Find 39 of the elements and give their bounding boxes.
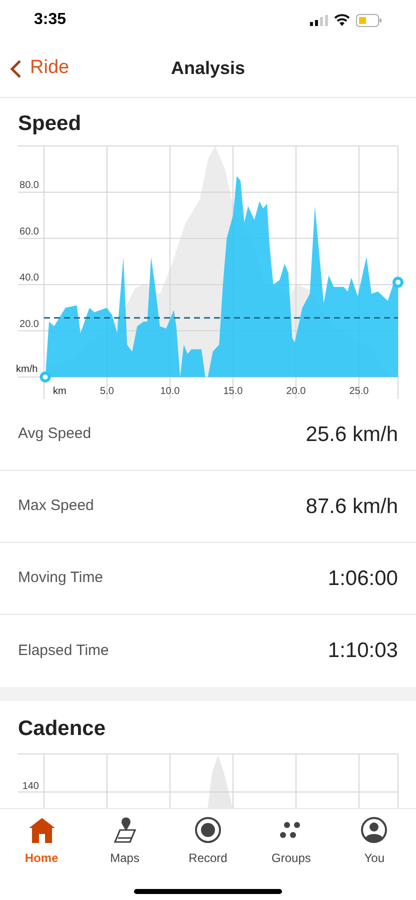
signal-icon bbox=[310, 14, 328, 26]
x-axis-label: 10.0 bbox=[160, 386, 180, 397]
page-title: Analysis bbox=[170, 57, 246, 80]
back-icon bbox=[10, 58, 22, 78]
y-axis-label: 140 bbox=[22, 781, 39, 792]
section-title: Cadence bbox=[17, 716, 107, 742]
stat-value: 25.6 km/h bbox=[306, 422, 398, 448]
stat-label: Max Speed bbox=[18, 496, 94, 516]
status-time: 3:35 bbox=[34, 10, 66, 30]
x-axis-label: 25.0 bbox=[349, 386, 369, 397]
y-axis-label: 20.0 bbox=[20, 318, 39, 330]
record-icon bbox=[194, 816, 222, 844]
tab-button[interactable]: Groups bbox=[250, 815, 333, 867]
start-marker bbox=[40, 372, 51, 382]
y-axis-label: 80.0 bbox=[20, 180, 39, 192]
tab-button[interactable]: You bbox=[332, 815, 416, 867]
section-title: Speed bbox=[17, 111, 82, 137]
x-axis-label: 15.0 bbox=[223, 386, 243, 397]
y-axis-unit: km/h bbox=[16, 364, 38, 375]
cadence-area bbox=[207, 755, 234, 808]
stat-value: 87.6 km/h bbox=[306, 494, 398, 520]
x-axis-unit: km bbox=[53, 386, 66, 397]
tab-button[interactable]: Maps bbox=[83, 815, 166, 867]
back-button[interactable]: Ride bbox=[0, 54, 70, 83]
x-axis-label: 20.0 bbox=[286, 386, 306, 397]
stat-value: 1:10:03 bbox=[328, 638, 398, 664]
end-marker bbox=[392, 276, 404, 288]
battery-icon bbox=[356, 14, 382, 26]
wifi-icon bbox=[334, 14, 350, 26]
x-axis-label: 5.0 bbox=[100, 386, 114, 397]
home-icon bbox=[28, 817, 56, 843]
stat-value: 1:06:00 bbox=[328, 566, 398, 592]
y-axis-label: 40.0 bbox=[20, 272, 39, 284]
stat-label: Elapsed Time bbox=[18, 640, 109, 661]
profile-icon bbox=[360, 816, 388, 844]
stat-label: Moving Time bbox=[18, 568, 104, 588]
y-axis-label: 60.0 bbox=[20, 226, 39, 238]
tab-button[interactable]: Record bbox=[166, 815, 250, 867]
stat-label: Avg Speed bbox=[18, 424, 92, 444]
